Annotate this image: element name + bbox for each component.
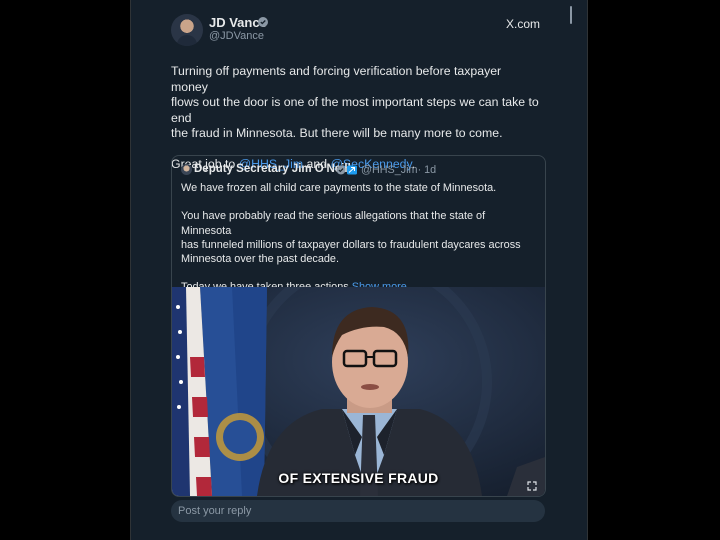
video-frame-illustration [172,287,545,496]
quoted-line: has funneled millions of taxpayer dollar… [181,238,521,251]
frame-border-right [587,0,588,540]
tweet-line: flows out the door is one of the most im… [171,95,539,125]
frame-border-left [130,0,131,540]
reply-input[interactable]: Post your reply [171,500,545,522]
scrollbar-thumb[interactable] [570,6,572,24]
site-label: X.com [506,17,541,31]
reply-placeholder: Post your reply [178,505,252,517]
video-player[interactable]: OF EXTENSIVE FRAUD [172,287,545,496]
video-caption: OF EXTENSIVE FRAUD [278,470,439,486]
quoted-handle-time: @HHS_Jim· 1d [361,164,436,176]
tweet-line: Turning off payments and forcing verific… [171,64,502,94]
quoted-line: Minnesota over the past decade. [181,253,340,266]
author-avatar[interactable] [171,14,203,46]
fullscreen-icon[interactable] [527,481,537,491]
quoted-line: We have frozen all child care payments t… [181,182,497,194]
tweet-line: the fraud in Minnesota. But there will b… [171,126,503,140]
verified-badge-icon [258,17,268,27]
quoted-tweet-card[interactable]: Deputy Secretary Jim O'Neill @HHS_Jim· 1… [171,155,546,497]
quoted-tweet-text: We have frozen all child care payments t… [181,181,537,295]
quoted-line: You have probably read the serious alleg… [181,210,486,237]
verified-badge-icon [336,165,357,175]
quoted-author-avatar[interactable] [181,164,192,175]
quoted-author-handle[interactable]: @HHS_Jim [361,164,418,176]
quoted-timestamp[interactable]: · 1d [418,164,437,176]
quoted-author-name[interactable]: Deputy Secretary Jim O'Neill [194,163,351,175]
author-handle[interactable]: @JDVance [209,30,264,42]
